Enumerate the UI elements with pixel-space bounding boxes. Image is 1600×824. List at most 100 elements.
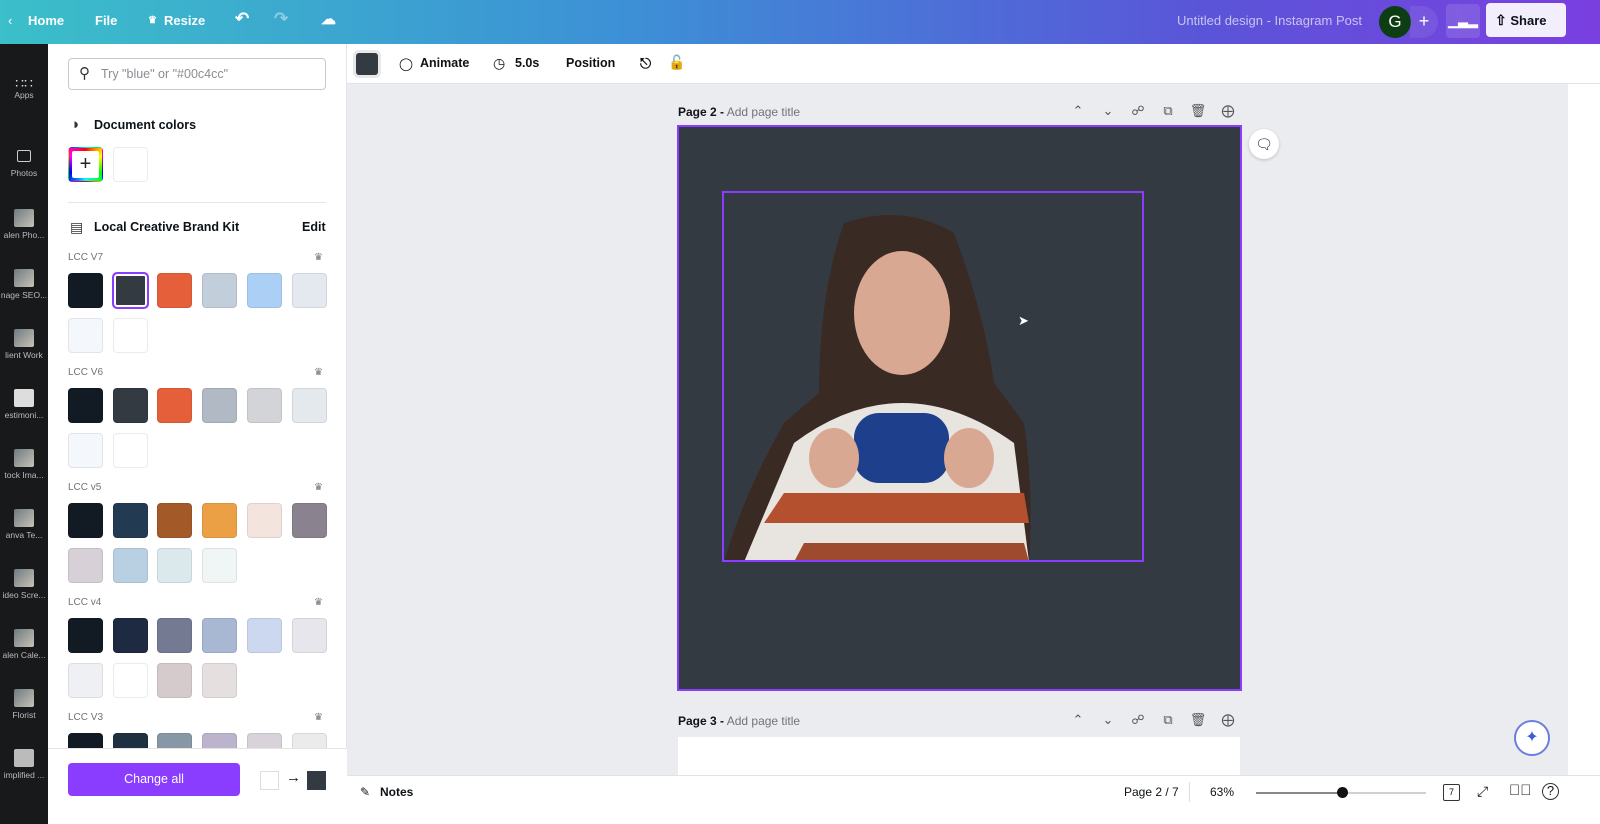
paint-roller-icon[interactable]: ⎋	[640, 55, 651, 72]
duration-button[interactable]: 5.0s	[515, 56, 539, 70]
rail-item-apps[interactable]: ∷∷ Apps	[0, 76, 48, 100]
photo-element[interactable]	[722, 191, 1144, 562]
color-swatch[interactable]	[68, 548, 103, 583]
redo-icon[interactable]: ↷	[274, 9, 288, 29]
color-swatch[interactable]	[246, 503, 282, 538]
avatar[interactable]: G	[1379, 6, 1411, 38]
fullscreen-icon[interactable]: ⤢	[1477, 783, 1488, 800]
color-swatch[interactable]	[291, 273, 327, 308]
color-swatch[interactable]	[246, 388, 282, 423]
rail-item-folder[interactable]: lient Work	[0, 329, 48, 360]
color-swatch[interactable]	[68, 273, 103, 308]
duplicate-page-icon[interactable]: ⧉	[1153, 103, 1183, 119]
rail-item-folder[interactable]: alen Cale...	[0, 629, 48, 660]
color-swatch[interactable]	[291, 503, 327, 538]
edit-brand-kit-link[interactable]: Edit	[302, 220, 326, 234]
insights-chart-icon[interactable]: ▁▃▂	[1446, 4, 1480, 38]
color-swatch[interactable]	[68, 618, 103, 653]
chevron-down-icon[interactable]: ⌄	[1093, 103, 1123, 119]
rail-item-folder[interactable]: nage SEO...	[0, 269, 48, 300]
rail-item-folder[interactable]: implified ...	[0, 749, 48, 780]
change-all-button[interactable]: Change all	[68, 763, 240, 796]
color-swatch[interactable]	[157, 548, 193, 583]
color-swatch[interactable]	[157, 663, 193, 698]
color-swatch[interactable]	[202, 388, 238, 423]
chevron-down-icon[interactable]: ⌄	[1093, 712, 1123, 728]
add-page-icon[interactable]: ⨁	[1213, 103, 1243, 119]
color-swatch[interactable]	[68, 503, 103, 538]
rail-item-folder[interactable]: estimoni...	[0, 389, 48, 420]
check-circle-icon[interactable]: ✓⃝	[1509, 782, 1532, 799]
add-page-title[interactable]: Add page title	[727, 105, 800, 119]
page-3-canvas[interactable]	[678, 737, 1240, 775]
file-menu[interactable]: File	[95, 13, 117, 28]
add-comment-button[interactable]: 🗨	[1249, 129, 1279, 159]
color-swatch[interactable]	[157, 618, 193, 653]
color-swatch[interactable]	[202, 503, 238, 538]
color-swatch[interactable]	[68, 433, 103, 468]
color-swatch[interactable]	[112, 663, 148, 698]
rail-item-photos[interactable]: Photos	[0, 150, 48, 178]
color-swatch[interactable]	[112, 503, 148, 538]
rail-item-folder[interactable]: anva Te...	[0, 509, 48, 540]
color-swatch[interactable]	[202, 663, 238, 698]
duplicate-page-icon[interactable]: ⧉	[1153, 712, 1183, 728]
color-swatch[interactable]	[157, 503, 193, 538]
share-button[interactable]: ⇧ Share	[1486, 3, 1566, 37]
chevron-up-icon[interactable]: ⌃	[1063, 103, 1093, 119]
zoom-slider[interactable]	[1256, 787, 1426, 798]
rail-item-folder[interactable]: Florist	[0, 689, 48, 720]
fill-color-button[interactable]	[356, 53, 378, 75]
design-title[interactable]: Untitled design - Instagram Post	[1177, 13, 1362, 28]
color-swatch[interactable]	[291, 388, 327, 423]
color-search-input[interactable]: ⚲ Try "blue" or "#00c4cc"	[68, 58, 326, 90]
rail-item-folder[interactable]: alen Pho...	[0, 209, 48, 240]
delete-page-icon[interactable]: 🗑	[1183, 712, 1213, 728]
page-grid-button[interactable]: 7	[1443, 784, 1460, 801]
color-swatch[interactable]	[68, 318, 103, 353]
color-swatch[interactable]	[111, 272, 149, 309]
notes-button[interactable]: Notes	[380, 785, 413, 799]
zoom-slider-handle[interactable]	[1336, 787, 1348, 798]
delete-page-icon[interactable]: 🗑	[1183, 103, 1213, 119]
magic-assistant-button[interactable]: ✦	[1514, 720, 1550, 756]
undo-icon[interactable]: ↶	[235, 9, 249, 29]
color-swatch[interactable]	[112, 433, 148, 468]
page-2-canvas[interactable]: ➤	[677, 125, 1242, 691]
cloud-saved-icon[interactable]: ☁	[321, 10, 336, 28]
add-collaborator-button[interactable]: +	[1410, 6, 1438, 38]
animate-button[interactable]: Animate	[420, 56, 469, 70]
color-swatch[interactable]	[291, 618, 327, 653]
color-swatch[interactable]	[246, 618, 282, 653]
add-color-button[interactable]: +	[68, 147, 103, 182]
lock-icon[interactable]: 🔓	[668, 54, 685, 71]
chevron-up-icon[interactable]: ⌃	[1063, 712, 1093, 728]
add-page-icon[interactable]: ⨁	[1213, 712, 1243, 728]
color-panel: ⚲ Try "blue" or "#00c4cc" ◑ Document col…	[48, 44, 347, 808]
lock-icon[interactable]: ☍	[1123, 103, 1153, 119]
lock-icon[interactable]: ☍	[1123, 712, 1153, 728]
resize-button[interactable]: Resize	[164, 13, 205, 28]
color-swatch[interactable]	[112, 618, 148, 653]
color-swatch[interactable]	[68, 388, 103, 423]
rail-item-folder[interactable]: tock Ima...	[0, 449, 48, 480]
back-chevron-icon[interactable]: ‹	[8, 13, 12, 28]
add-page-title[interactable]: Add page title	[727, 714, 800, 728]
color-swatch[interactable]	[68, 663, 103, 698]
color-swatch[interactable]	[112, 318, 148, 353]
color-swatch[interactable]	[112, 548, 148, 583]
help-icon[interactable]: ?	[1542, 783, 1559, 800]
document-color-swatch[interactable]	[113, 147, 148, 182]
color-swatch[interactable]	[202, 618, 238, 653]
position-button[interactable]: Position	[566, 56, 615, 70]
color-swatch[interactable]	[157, 273, 193, 308]
page-indicator[interactable]: Page 2 / 7	[1124, 785, 1179, 799]
zoom-percentage[interactable]: 63%	[1210, 785, 1234, 799]
color-swatch[interactable]	[202, 273, 238, 308]
color-swatch[interactable]	[112, 388, 148, 423]
rail-item-folder[interactable]: ideo Scre...	[0, 569, 48, 600]
color-swatch[interactable]	[202, 548, 238, 583]
color-swatch[interactable]	[157, 388, 193, 423]
color-swatch[interactable]	[246, 273, 282, 308]
home-button[interactable]: Home	[28, 13, 64, 28]
